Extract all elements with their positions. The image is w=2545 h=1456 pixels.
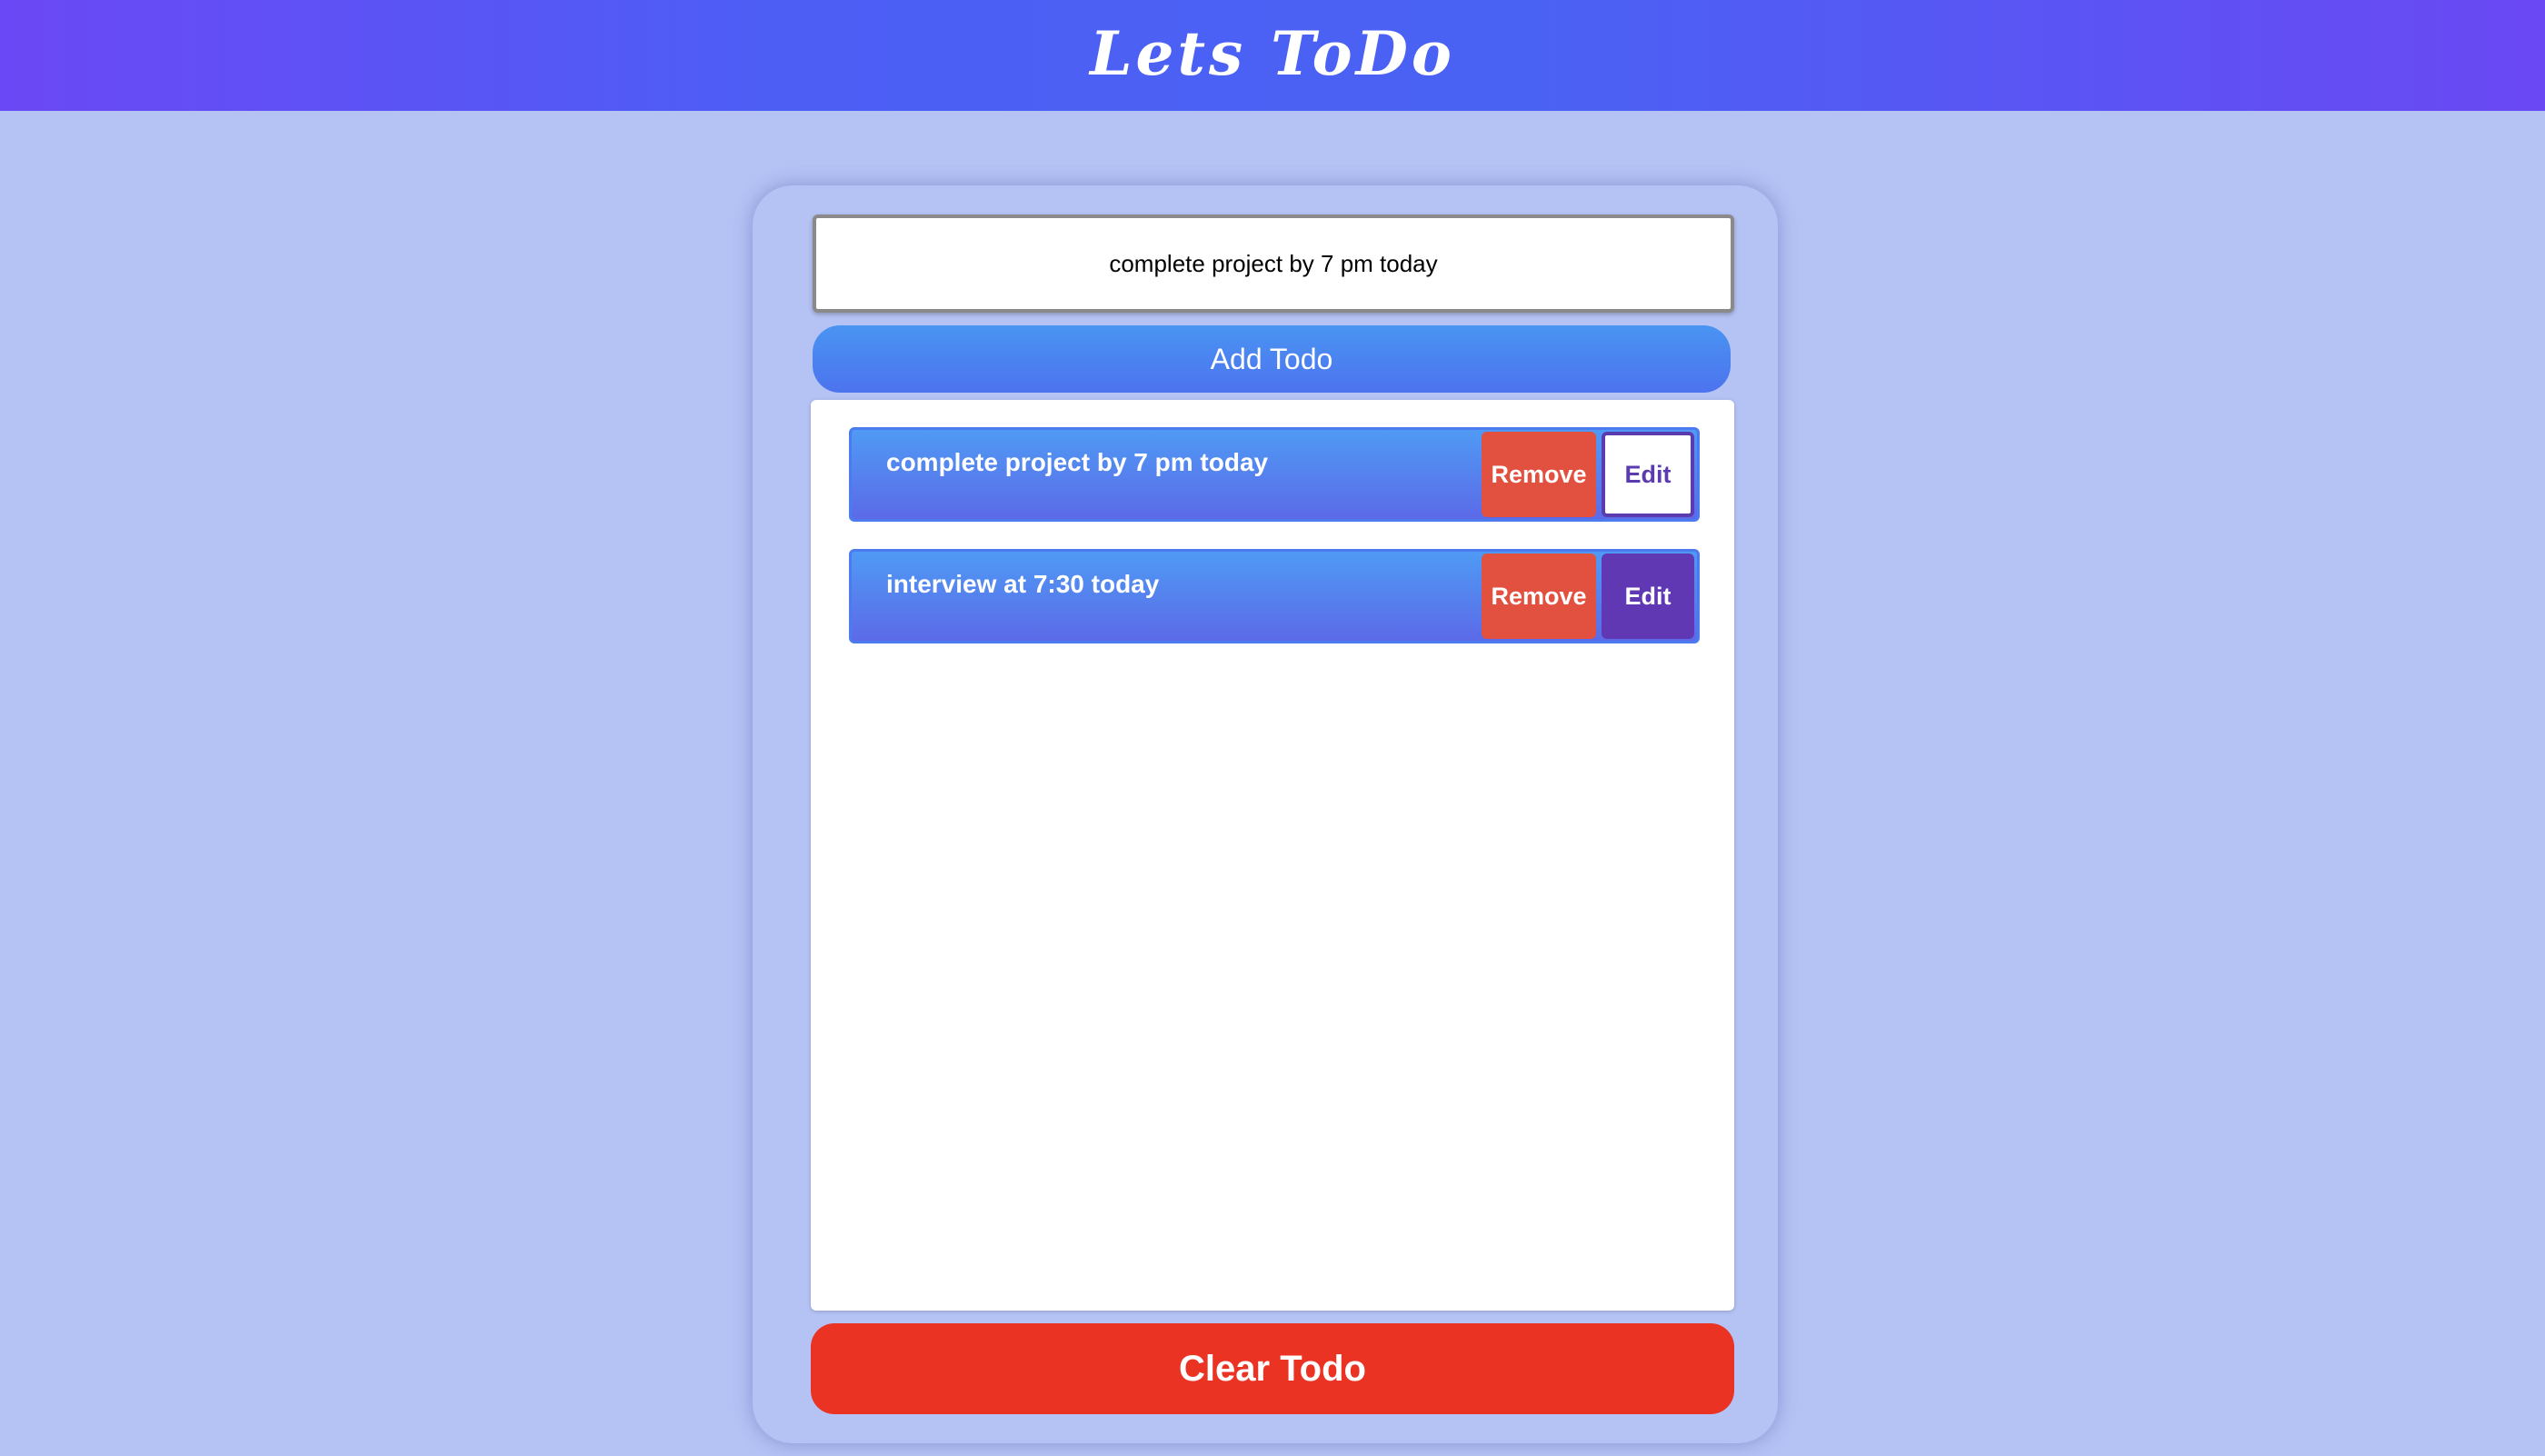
- todo-item: interview at 7:30 today Remove Edit: [849, 549, 1700, 643]
- todo-input[interactable]: [813, 214, 1734, 313]
- todo-text: complete project by 7 pm today: [886, 448, 1269, 476]
- app-title: Lets ToDo: [1090, 18, 1455, 89]
- app-header: Lets ToDo: [0, 0, 2545, 111]
- todo-list: complete project by 7 pm today Remove Ed…: [811, 400, 1734, 1311]
- remove-button[interactable]: Remove: [1482, 432, 1596, 517]
- todo-text: interview at 7:30 today: [886, 570, 1160, 598]
- todo-item: complete project by 7 pm today Remove Ed…: [849, 427, 1700, 522]
- clear-todo-button[interactable]: Clear Todo: [811, 1323, 1734, 1414]
- remove-button[interactable]: Remove: [1482, 553, 1596, 639]
- edit-button[interactable]: Edit: [1602, 553, 1694, 639]
- edit-button[interactable]: Edit: [1602, 432, 1694, 517]
- todo-panel: Add Todo complete project by 7 pm today …: [753, 185, 1778, 1443]
- add-todo-button[interactable]: Add Todo: [813, 325, 1731, 393]
